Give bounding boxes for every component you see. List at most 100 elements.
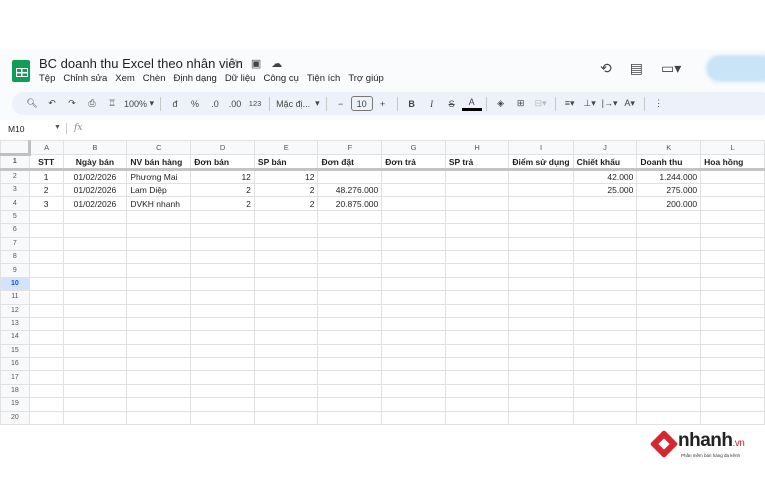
cell-G1[interactable]: Đơn trả — [381, 154, 446, 171]
menu-edit[interactable]: Chỉnh sửa — [63, 73, 107, 84]
row-header[interactable]: 19 — [0, 397, 30, 412]
menu-extensions[interactable]: Tiện ích — [307, 73, 340, 84]
cell-D18[interactable] — [190, 383, 255, 399]
cell-G4[interactable] — [381, 196, 446, 211]
cell-B16[interactable] — [62, 357, 128, 372]
column-header[interactable]: H — [444, 140, 510, 155]
more-formats-button[interactable]: 123 — [245, 95, 265, 113]
cell-D14[interactable] — [190, 330, 255, 345]
cell-F15[interactable] — [317, 343, 383, 359]
cell-H16[interactable] — [444, 357, 510, 372]
cell-E6[interactable] — [253, 223, 319, 238]
cell-H17[interactable] — [444, 370, 510, 385]
strikethrough-button[interactable]: S — [442, 95, 462, 113]
cell-C7[interactable] — [126, 236, 192, 251]
cell-K9[interactable] — [636, 263, 702, 278]
cell-A9[interactable] — [28, 263, 64, 278]
cell-L9[interactable] — [700, 263, 765, 278]
cell-G2[interactable] — [381, 169, 446, 184]
cell-H3[interactable] — [444, 182, 510, 198]
cell-D10[interactable] — [190, 276, 255, 292]
cell-E7[interactable] — [253, 236, 319, 251]
menu-insert[interactable]: Chèn — [143, 73, 166, 84]
cell-J6[interactable] — [572, 223, 638, 238]
cell-C13[interactable] — [126, 316, 192, 332]
row-header[interactable]: 9 — [0, 263, 30, 278]
cell-H1[interactable]: SP trả — [444, 154, 510, 171]
cell-G13[interactable] — [381, 316, 446, 332]
cell-F17[interactable] — [317, 370, 383, 385]
cell-L18[interactable] — [700, 383, 765, 399]
cell-H12[interactable] — [444, 303, 510, 318]
cell-E12[interactable] — [253, 303, 319, 318]
cell-E18[interactable] — [253, 383, 319, 399]
cell-L14[interactable] — [700, 330, 765, 345]
cell-D3[interactable]: 2 — [190, 182, 255, 198]
cell-I1[interactable]: Điểm sử dụng — [508, 154, 574, 171]
cell-K16[interactable] — [636, 357, 702, 372]
cell-J13[interactable] — [572, 316, 638, 332]
cell-D6[interactable] — [190, 223, 255, 238]
cell-K14[interactable] — [636, 330, 702, 345]
cell-F2[interactable] — [317, 169, 383, 184]
row-header[interactable]: 8 — [0, 249, 30, 265]
cell-G15[interactable] — [381, 343, 446, 359]
italic-button[interactable]: I — [422, 95, 442, 113]
increase-decimal-button[interactable]: .00 — [225, 95, 245, 113]
cell-B19[interactable] — [62, 397, 128, 412]
cell-G7[interactable] — [381, 236, 446, 251]
cell-J4[interactable] — [572, 196, 638, 211]
cell-I2[interactable] — [508, 169, 574, 184]
cell-L5[interactable] — [700, 209, 765, 225]
cell-I13[interactable] — [508, 316, 574, 332]
cell-E17[interactable] — [253, 370, 319, 385]
cell-K19[interactable] — [636, 397, 702, 412]
row-header[interactable]: 16 — [0, 357, 30, 372]
row-header[interactable]: 13 — [0, 316, 30, 332]
cell-I4[interactable] — [508, 196, 574, 211]
cell-I6[interactable] — [508, 223, 574, 238]
cell-I7[interactable] — [508, 236, 574, 251]
cell-A10[interactable] — [28, 276, 64, 292]
cell-I19[interactable] — [508, 397, 574, 412]
cell-G20[interactable] — [381, 410, 446, 426]
cell-D11[interactable] — [190, 290, 255, 305]
cell-F3[interactable]: 48.276.000 — [317, 182, 383, 198]
cell-J19[interactable] — [572, 397, 638, 412]
cell-F12[interactable] — [317, 303, 383, 318]
cell-I15[interactable] — [508, 343, 574, 359]
row-header[interactable]: 17 — [0, 370, 30, 385]
row-header[interactable]: 18 — [0, 383, 30, 399]
cell-L7[interactable] — [700, 236, 765, 251]
cell-B14[interactable] — [62, 330, 128, 345]
cell-L12[interactable] — [700, 303, 765, 318]
cell-K10[interactable] — [636, 276, 702, 292]
cell-D7[interactable] — [190, 236, 255, 251]
cell-H15[interactable] — [444, 343, 510, 359]
cell-A12[interactable] — [28, 303, 64, 318]
row-header[interactable]: 7 — [0, 236, 30, 251]
zoom-select[interactable]: 100% ▾ — [122, 95, 156, 113]
cell-L2[interactable] — [700, 169, 765, 184]
cell-H13[interactable] — [444, 316, 510, 332]
cell-F4[interactable]: 20.875.000 — [317, 196, 383, 211]
cell-C20[interactable] — [126, 410, 192, 426]
cell-C11[interactable] — [126, 290, 192, 305]
column-header[interactable]: D — [190, 140, 255, 155]
cell-L1[interactable]: Hoa hồng — [700, 154, 765, 171]
cell-H20[interactable] — [444, 410, 510, 426]
cell-E4[interactable]: 2 — [253, 196, 319, 211]
cell-F7[interactable] — [317, 236, 383, 251]
cell-K8[interactable] — [636, 249, 702, 265]
cell-D9[interactable] — [190, 263, 255, 278]
cell-J11[interactable] — [572, 290, 638, 305]
borders-icon[interactable]: ⊞ — [511, 95, 531, 113]
cell-A17[interactable] — [28, 370, 64, 385]
cell-E1[interactable]: SP bán — [253, 154, 319, 171]
cell-L4[interactable] — [700, 196, 765, 211]
cell-I12[interactable] — [508, 303, 574, 318]
horizontal-align-icon[interactable]: ≡▾ — [560, 95, 580, 113]
cell-J10[interactable] — [572, 276, 638, 292]
cell-G3[interactable] — [381, 182, 446, 198]
cell-J20[interactable] — [572, 410, 638, 426]
